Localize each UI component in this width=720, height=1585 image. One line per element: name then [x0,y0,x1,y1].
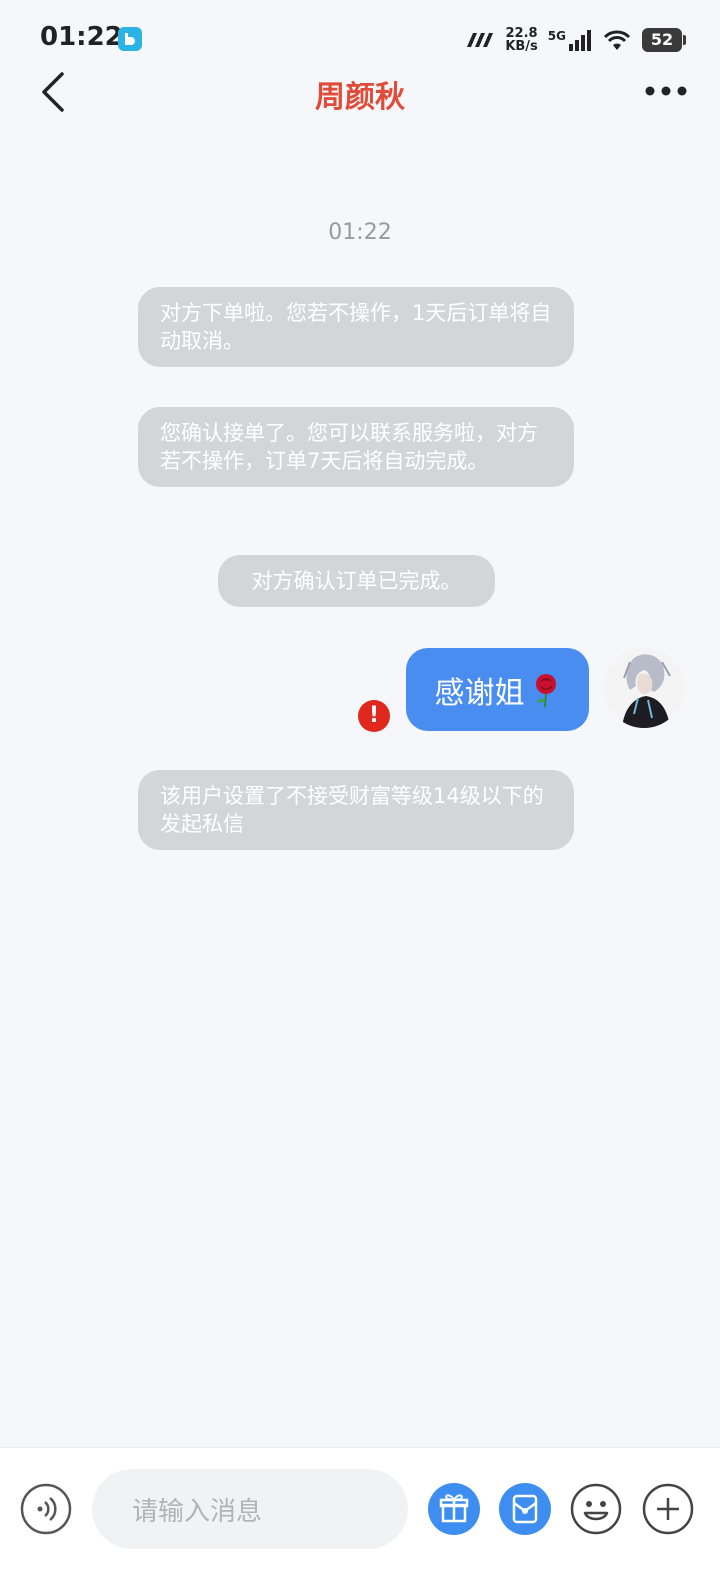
system-message: 该用户设置了不接受财富等级14级以下的发起私信 [138,770,574,850]
network-type: 5G [547,29,566,43]
red-packet-icon [499,1483,551,1535]
more-actions-button[interactable] [642,1483,694,1535]
gift-button[interactable] [428,1483,480,1535]
more-button[interactable] [644,78,688,104]
voice-button[interactable] [20,1483,72,1535]
message-input-placeholder: 请输入消息 [132,1496,263,1527]
rose-icon [535,673,556,707]
emoji-button[interactable] [570,1483,622,1535]
message-input[interactable]: 请输入消息 [92,1469,408,1549]
voice-icon [20,1483,72,1535]
my-message-bubble[interactable]: 感谢姐 [406,648,589,731]
system-message: 对方下单啦。您若不操作，1天后订单将自动取消。 [138,287,574,367]
signal-hd-icon [467,33,494,47]
my-message-text: 感谢姐 [434,675,525,711]
cell-signal-icon [569,30,591,51]
status-icons: 22.8 KB/s 5G 52 [465,22,686,58]
plus-icon [642,1483,694,1535]
message-timestamp: 01:22 [328,220,392,245]
status-time: 01:22 [40,22,123,52]
system-message: 您确认接单了。您可以联系服务啦，对方若不操作，订单7天后将自动完成。 [138,407,574,487]
notification-app-icon [118,27,142,51]
user-avatar-image [604,648,684,728]
emoji-icon [570,1483,622,1535]
wifi-icon [603,30,631,50]
red-packet-button[interactable] [499,1483,551,1535]
system-message: 对方确认订单已完成。 [218,555,495,607]
battery-indicator: 52 [642,28,686,52]
more-dots-icon [645,86,687,96]
net-speed: 22.8 KB/s [505,26,538,54]
gift-icon [428,1483,480,1535]
page-title: 周颜秋 [315,80,405,115]
send-failed-icon[interactable]: ! [358,700,390,732]
avatar[interactable] [604,648,684,728]
